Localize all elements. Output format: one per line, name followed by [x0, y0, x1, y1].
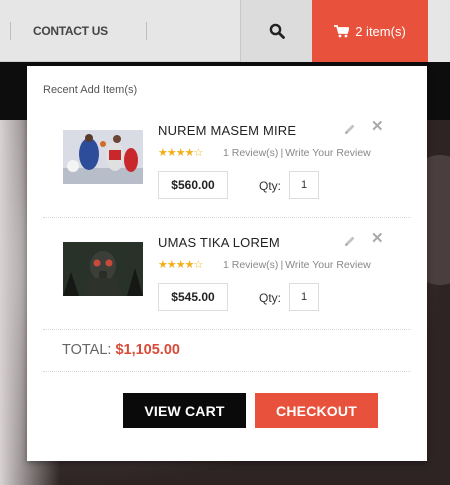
quantity-input[interactable]: 1	[289, 283, 319, 311]
nav-edge	[428, 0, 450, 62]
rating-stars: ★★★★☆	[158, 146, 204, 159]
star-icon: ★	[166, 147, 177, 159]
nav-divider	[146, 22, 147, 40]
product-name[interactable]: NUREM MASEM MIRE	[158, 123, 296, 138]
star-icon: ★	[158, 147, 168, 159]
qty-label: Qty:	[259, 291, 282, 305]
cart-item: NUREM MASEM MIRE ✕ ★★★★☆ 1 Review(s) | Wri…	[43, 110, 411, 218]
review-links: 1 Review(s) | Write Your Review	[223, 147, 371, 159]
star-icon: ★	[175, 147, 186, 159]
total-label: TOTAL:	[62, 342, 112, 358]
product-thumbnail[interactable]	[63, 130, 143, 184]
write-review-link[interactable]: Write Your Review	[285, 147, 371, 159]
gas-mask-image	[63, 242, 143, 296]
nav-divider	[10, 22, 11, 40]
divider	[43, 371, 411, 372]
cart-count: 2 item(s)	[355, 23, 406, 39]
search-button[interactable]	[240, 0, 312, 62]
edit-icon[interactable]	[343, 122, 357, 136]
remove-item-icon[interactable]: ✕	[371, 119, 384, 134]
product-price: $560.00	[158, 171, 228, 199]
write-review-link[interactable]: Write Your Review	[285, 259, 371, 271]
cart-icon	[334, 24, 350, 37]
dropdown-title: Recent Add Item(s)	[43, 84, 138, 96]
reviews-count-link[interactable]: 1 Review(s)	[223, 147, 278, 159]
remove-item-icon[interactable]: ✕	[371, 231, 384, 246]
cart-total: TOTAL: $1,105.00	[62, 342, 180, 358]
star-icon: ★	[184, 259, 195, 271]
star-icon: ★	[184, 147, 195, 159]
basketball-image	[63, 130, 143, 184]
edit-icon[interactable]	[343, 234, 357, 248]
product-price: $545.00	[158, 283, 228, 311]
star-outline-icon: ☆	[193, 147, 204, 159]
star-icon: ★	[158, 259, 168, 271]
nav-contact-us[interactable]: CONTACT US	[33, 24, 108, 38]
total-value: $1,105.00	[115, 342, 180, 358]
product-thumbnail[interactable]	[63, 242, 143, 296]
product-name[interactable]: UMAS TIKA LOREM	[158, 235, 280, 250]
reviews-count-link[interactable]: 1 Review(s)	[223, 259, 278, 271]
qty-label: Qty:	[259, 179, 282, 193]
view-cart-button[interactable]: VIEW CART	[123, 393, 246, 428]
cart-dropdown: Recent Add Item(s) NUREM MASEM MIRE ✕ ★★…	[27, 66, 427, 461]
cart-item: UMAS TIKA LOREM ✕ ★★★★☆ 1 Review(s) | Writ…	[43, 222, 411, 330]
checkout-button[interactable]: CHECKOUT	[255, 393, 378, 428]
cart-button[interactable]: 2 item(s)	[312, 0, 428, 62]
star-icon: ★	[175, 259, 186, 271]
star-outline-icon: ☆	[193, 259, 204, 271]
rating-stars: ★★★★☆	[158, 258, 204, 271]
star-icon: ★	[166, 259, 177, 271]
quantity-input[interactable]: 1	[289, 171, 319, 199]
search-icon	[269, 23, 285, 39]
top-navbar: CONTACT US 2 item(s)	[0, 0, 450, 62]
review-links: 1 Review(s) | Write Your Review	[223, 259, 371, 271]
